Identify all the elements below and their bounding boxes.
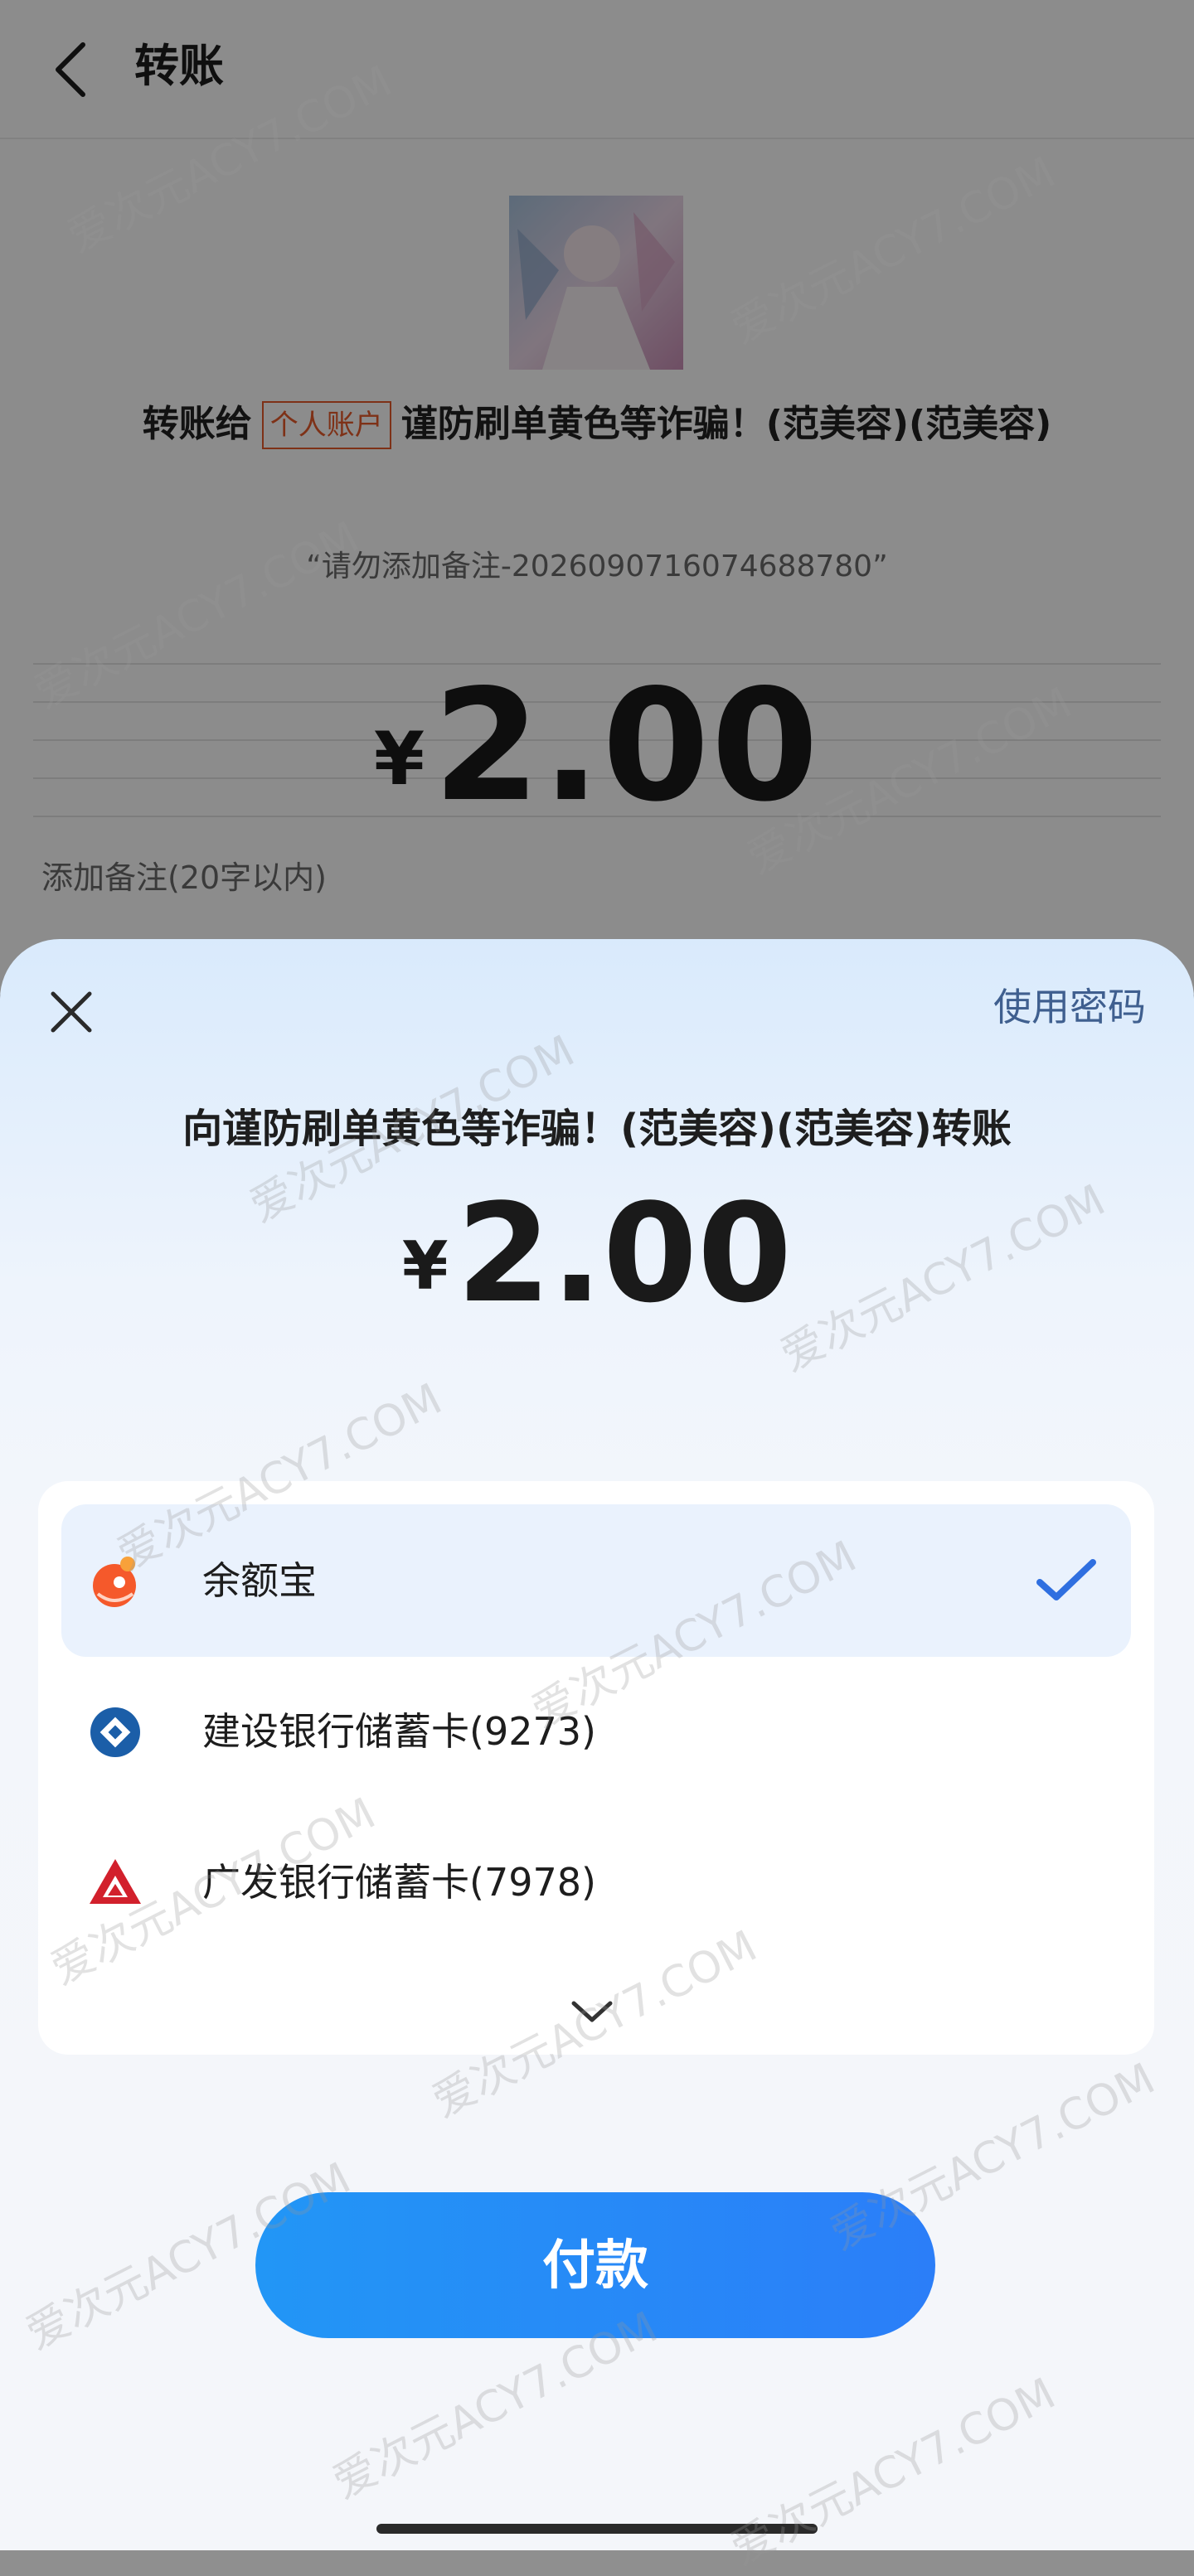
ccb-bank-icon (86, 1703, 144, 1761)
home-indicator (376, 2524, 818, 2534)
payment-method-cgb[interactable]: 广发银行储蓄卡(7978) (61, 1806, 1131, 1959)
currency-symbol: ¥ (401, 1227, 449, 1305)
sheet-amount: ¥2.00 (0, 1179, 1194, 1329)
close-button[interactable] (46, 987, 96, 1037)
use-password-link[interactable]: 使用密码 (993, 981, 1146, 1034)
expand-methods-button[interactable] (569, 1997, 615, 2026)
payment-method-label: 余额宝 (202, 1558, 317, 1603)
payment-sheet: 使用密码 向谨防刷单黄色等诈骗！(范美容)(范美容)转账 ¥2.00 余额宝 建… (0, 939, 1194, 2550)
payment-method-ccb[interactable]: 建设银行储蓄卡(9273) (61, 1655, 1131, 1808)
payment-method-label: 广发银行储蓄卡(7978) (202, 1860, 596, 1905)
payment-method-list: 余额宝 建设银行储蓄卡(9273) 广发银行储蓄卡(7978) (38, 1481, 1154, 2055)
payment-method-label: 建设银行储蓄卡(9273) (202, 1709, 596, 1754)
chevron-down-icon (571, 2001, 613, 2022)
close-icon (51, 991, 92, 1033)
pay-button[interactable]: 付款 (255, 2192, 935, 2338)
cgb-bank-icon (86, 1854, 144, 1912)
payment-method-yuebao[interactable]: 余额宝 (61, 1504, 1131, 1657)
sheet-title: 向谨防刷单黄色等诈骗！(范美容)(范美容)转账 (182, 1106, 1012, 1152)
amount-value: 2.00 (456, 1174, 793, 1333)
checkmark-icon (1035, 1556, 1098, 1605)
yuebao-icon (86, 1552, 144, 1610)
